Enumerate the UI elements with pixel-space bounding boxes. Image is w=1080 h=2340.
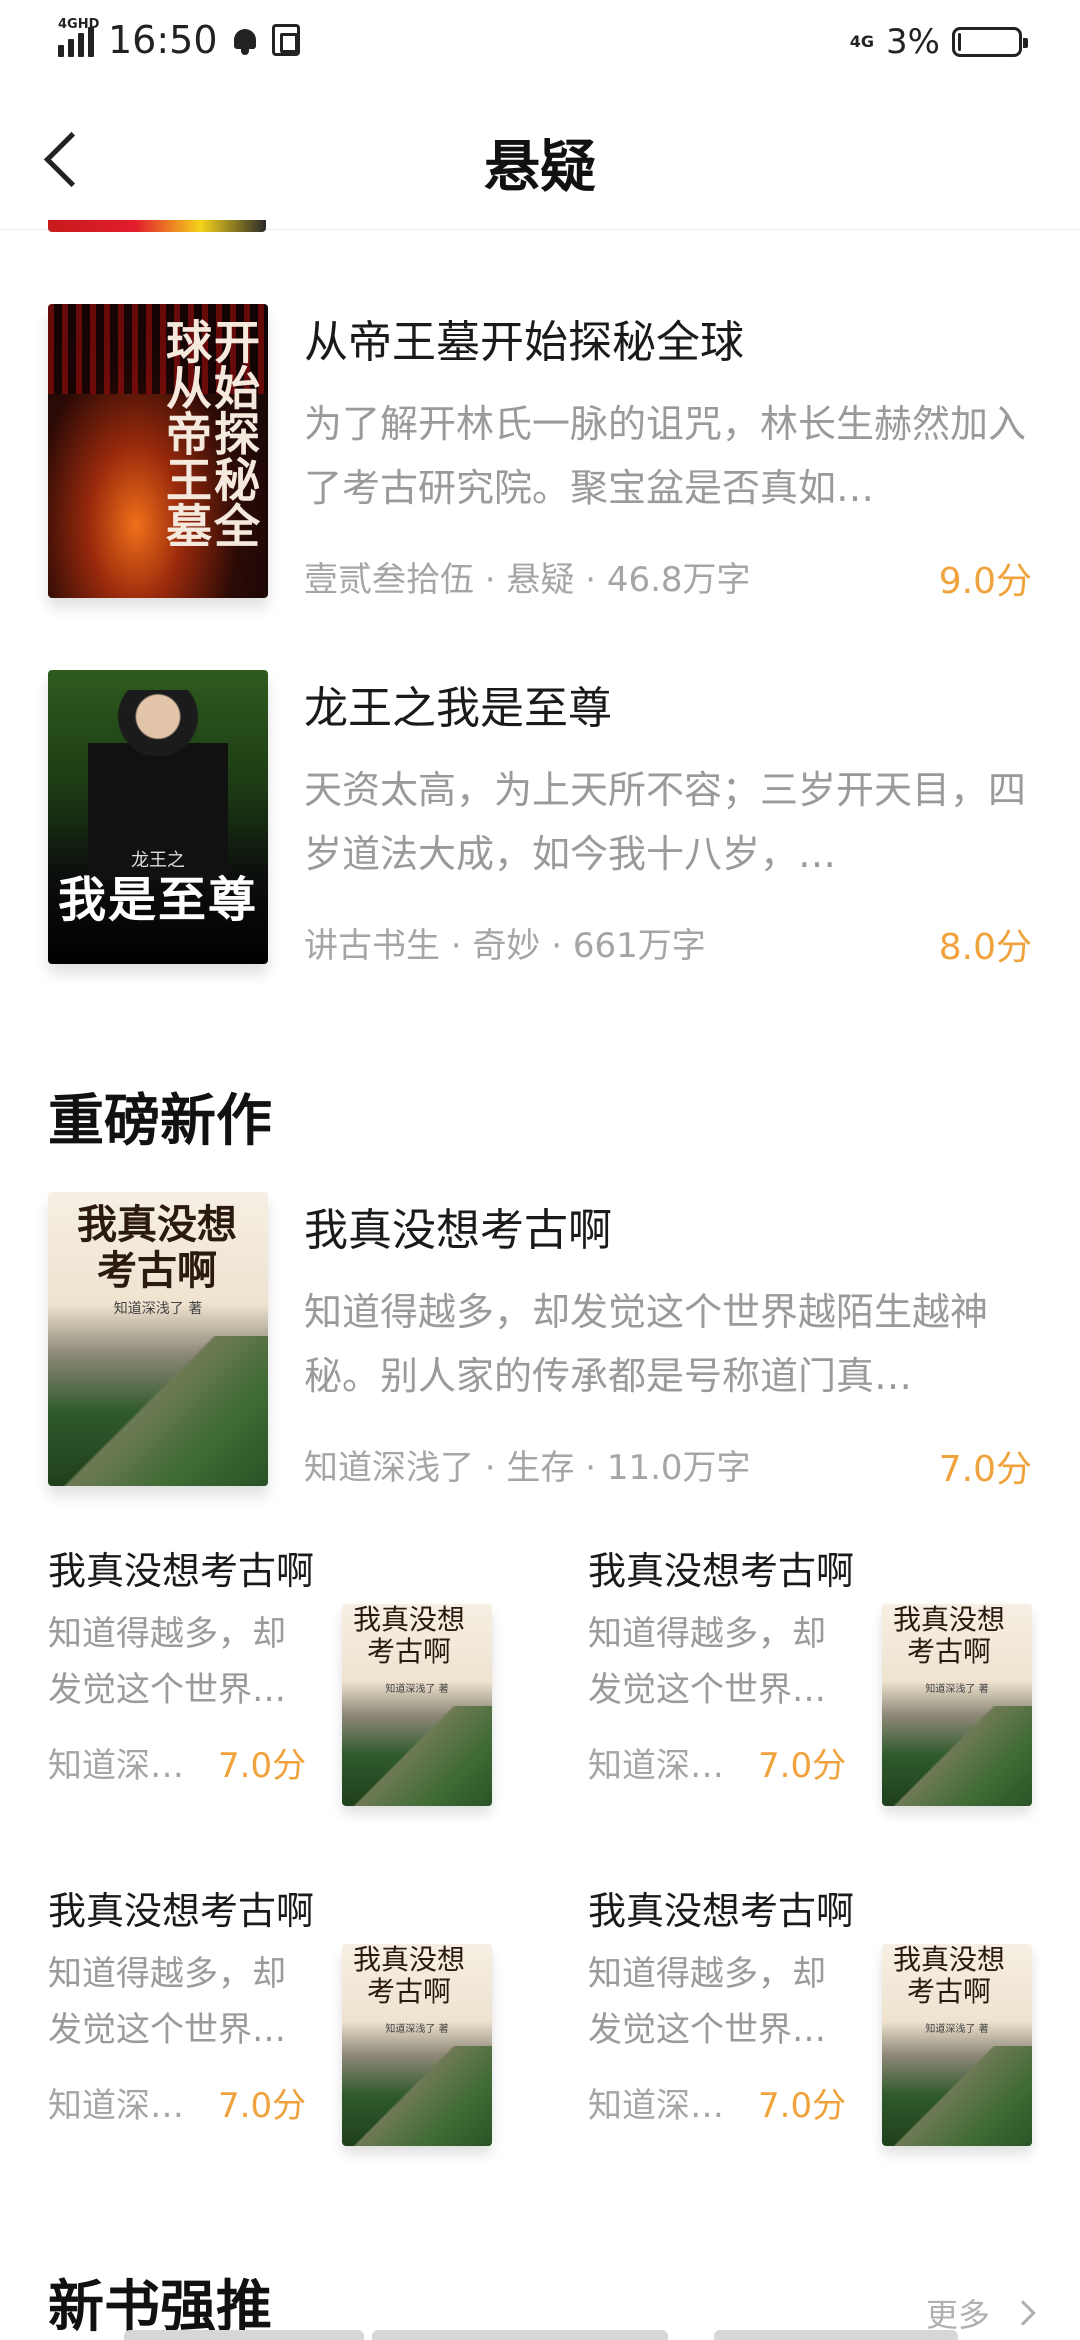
featured-book[interactable]: 我真没想考古啊 知道深浅了 著 我真没想考古啊 知道得越多，却发觉这个世界越陌生…: [48, 1192, 1032, 1490]
book-title: 我真没想考古啊: [588, 1889, 855, 1933]
book-meta: 知道深浅了 · 生存 · 11.0万字: [304, 1448, 751, 1488]
more-label: 更多: [925, 2296, 990, 2334]
book-title: 我真没想考古啊: [304, 1205, 612, 1256]
book-author: 知道深…: [588, 2086, 724, 2126]
book-title: 我真没想考古啊: [48, 1549, 315, 1593]
book-description: 知道得越多，却发觉这个世界越陌生越神秘。别人家的传承都是号称道门真…: [304, 1290, 989, 1398]
book-cover[interactable]: 我真没想考古啊 知道深浅了 著: [48, 1192, 268, 1486]
cover-author: 知道深浅了 著: [925, 2024, 989, 2035]
cover-author: 知道深浅了 著: [385, 1684, 449, 1695]
book-score: 7.0分: [218, 1746, 307, 1786]
cover-title: 我真没想考古啊: [352, 1604, 465, 1668]
cover-title: 我真没想考古啊: [892, 1944, 1005, 2008]
book-cover[interactable]: 我真没想考古啊 知道深浅了 著: [882, 1944, 1032, 2146]
book-meta: 讲古书生 · 奇妙 · 661万字: [304, 926, 706, 966]
cover-author: 知道深浅了 著: [113, 1301, 203, 1317]
book-description: 天资太高，为上天所不容；三岁开天目，四岁道法大成，如今我十八岁，…: [304, 768, 1027, 876]
cover-title: 我是至尊: [57, 872, 258, 928]
battery-icon: [952, 27, 1028, 57]
book-author: 知道深…: [588, 1746, 724, 1786]
book-score: 7.0分: [758, 1746, 847, 1786]
status-left: 4GHD 16:50: [58, 17, 300, 62]
status-right: 4G 3%: [849, 22, 1028, 62]
book-meta: 壹贰叁拾伍 · 悬疑 · 46.8万字: [304, 560, 751, 600]
cover-edge: [124, 2330, 364, 2340]
network-label: 4GHD: [58, 17, 100, 32]
notification-icon: [232, 25, 258, 55]
book-score: 7.0分: [938, 1449, 1032, 1490]
signal-icon: 4GHD: [58, 17, 99, 57]
book-description: 为了解开林氏一脉的诅咒，林长生赫然加入了考古研究院。聚宝盆是否真如…: [304, 402, 1027, 510]
book-list-item[interactable]: 开始探秘全球从帝王墓 从帝王墓开始探秘全球 为了解开林氏一脉的诅咒，林长生赫然加…: [48, 304, 1032, 602]
grid-book-card[interactable]: 我真没想考古啊 知道得越多，却发觉这个世界… 知道深… 7.0分 我真没想考古啊…: [588, 1540, 1032, 1820]
book-cover[interactable]: 开始探秘全球从帝王墓: [48, 304, 268, 598]
book-score: 7.0分: [218, 2086, 307, 2126]
book-description: 知道得越多，却发觉这个世界…: [588, 1614, 826, 1710]
cover-edge: [714, 2330, 958, 2340]
book-list-item[interactable]: 龙王之 我是至尊 龙王之我是至尊 天资太高，为上天所不容；三岁开天目，四岁道法大…: [48, 670, 1032, 968]
book-description: 知道得越多，却发觉这个世界…: [48, 1954, 286, 2050]
book-author: 知道深…: [48, 1746, 184, 1786]
book-title: 我真没想考古啊: [48, 1889, 315, 1933]
book-description: 知道得越多，却发觉这个世界…: [588, 1954, 826, 2050]
cover-title: 我真没想考古啊: [77, 1201, 237, 1294]
cover-author: 知道深浅了 著: [385, 2024, 449, 2035]
book-title: 龙王之我是至尊: [304, 683, 612, 734]
sim-icon: [271, 24, 300, 56]
book-cover[interactable]: 龙王之 我是至尊: [48, 670, 268, 964]
cover-author: 知道深浅了 著: [925, 1684, 989, 1695]
book-title: 我真没想考古啊: [588, 1549, 855, 1593]
book-cover[interactable]: 我真没想考古啊 知道深浅了 著: [342, 1944, 492, 2146]
book-score: 8.0分: [938, 927, 1032, 968]
book-score: 7.0分: [758, 2086, 847, 2126]
status-bar: 4GHD 16:50 4G 3%: [0, 0, 1080, 86]
page-title: 悬疑: [484, 134, 596, 200]
cover-title: 我真没想考古啊: [892, 1604, 1005, 1668]
cover-title: 开始探秘全球从帝王墓: [159, 318, 261, 548]
book-cover[interactable]: 我真没想考古啊 知道深浅了 著: [882, 1604, 1032, 1806]
grid-book-card[interactable]: 我真没想考古啊 知道得越多，却发觉这个世界… 知道深… 7.0分 我真没想考古啊…: [588, 1880, 1032, 2160]
grid-book-card[interactable]: 我真没想考古啊 知道得越多，却发觉这个世界… 知道深… 7.0分 我真没想考古啊…: [48, 1540, 492, 1820]
grid-book-card[interactable]: 我真没想考古啊 知道得越多，却发觉这个世界… 知道深… 7.0分 我真没想考古啊…: [48, 1880, 492, 2160]
book-author: 知道深…: [48, 2086, 184, 2126]
network-type: 4G: [849, 32, 875, 51]
chevron-right-icon: [1010, 2300, 1036, 2326]
cover-title: 我真没想考古啊: [352, 1944, 465, 2008]
previous-cover-edge: [48, 220, 266, 232]
book-score: 9.0分: [938, 561, 1032, 602]
top-nav: 悬疑: [0, 86, 1080, 230]
cover-edge: [372, 2330, 668, 2340]
battery-percent: 3%: [886, 22, 940, 62]
section-title-new-works: 重磅新作: [48, 1088, 272, 1154]
section-title-new-books: 新书强推: [48, 2274, 272, 2340]
book-description: 知道得越多，却发觉这个世界…: [48, 1614, 286, 1710]
book-title: 从帝王墓开始探秘全球: [304, 317, 744, 368]
book-cover[interactable]: 我真没想考古啊 知道深浅了 著: [342, 1604, 492, 1806]
clock: 16:50: [108, 18, 218, 62]
